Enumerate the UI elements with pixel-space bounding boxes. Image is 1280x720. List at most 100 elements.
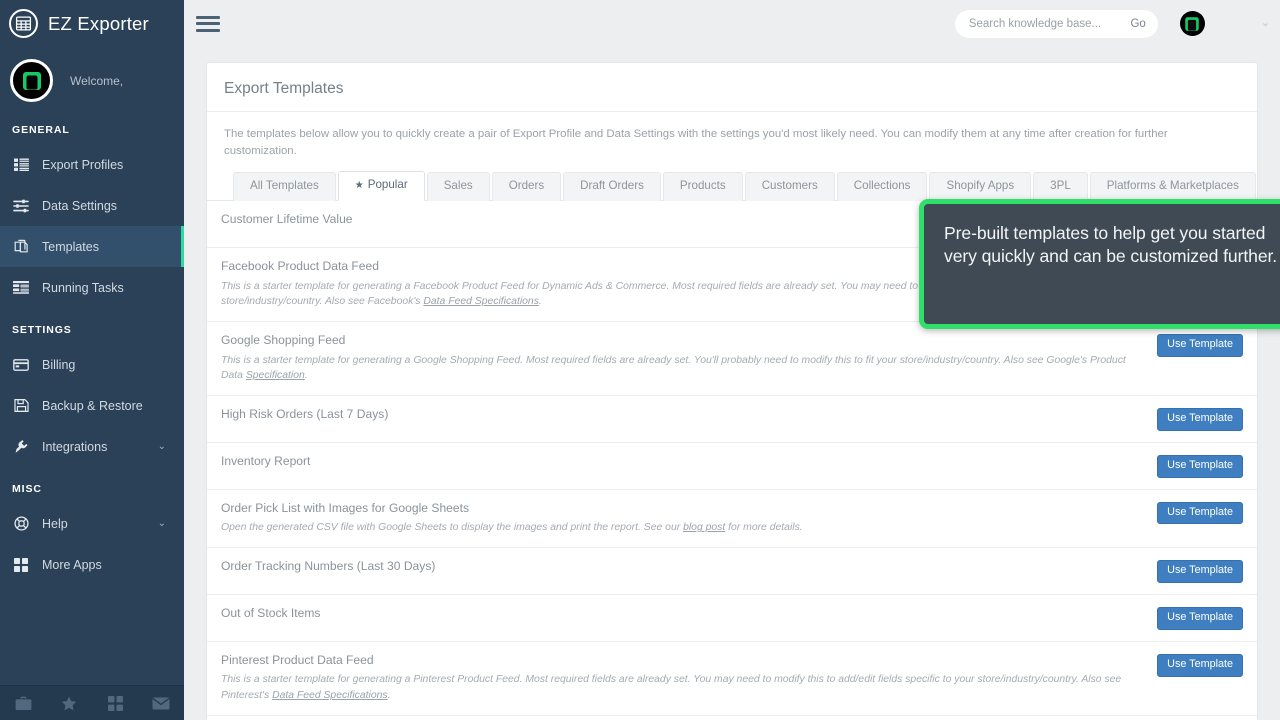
hamburger-bar: [196, 22, 220, 25]
chevron-down-icon[interactable]: ⌄: [158, 518, 166, 529]
sidebar-heading-settings: SETTINGS: [12, 324, 72, 336]
template-info: Google Shopping Feed This is a starter te…: [221, 333, 1157, 384]
template-title: Order Pick List with Images for Google S…: [221, 500, 470, 515]
tab-collections[interactable]: Collections: [836, 172, 928, 202]
template-description: This is a starter template for generatin…: [221, 354, 1126, 382]
hamburger-icon[interactable]: [196, 14, 220, 34]
tab-label: Popular: [367, 178, 408, 192]
use-template-button[interactable]: Use Template: [1157, 333, 1243, 357]
profile-block: Welcome,: [0, 47, 184, 116]
sidebar-item-label: Data Settings: [42, 198, 118, 213]
tab-label: Products: [679, 179, 726, 193]
template-row: Pinterest Product Data Feed This is a sta…: [207, 642, 1257, 716]
search-input[interactable]: [968, 17, 1125, 30]
sidebar: EZ Exporter Welcome, GENERAL Export Prof…: [0, 0, 184, 720]
tab-shopify-apps[interactable]: Shopify Apps: [929, 172, 1032, 202]
template-row: Product Cost, Price and MarginUse Templa…: [207, 716, 1257, 720]
tab-label: Collections: [853, 179, 911, 193]
tab-popular[interactable]: ★ Popular: [337, 171, 425, 202]
sliders-icon: [12, 197, 30, 215]
template-title: High Risk Orders (Last 7 Days): [221, 406, 389, 421]
sidebar-item-label: More Apps: [42, 557, 102, 572]
welcome-text: Welcome,: [70, 73, 124, 88]
user-avatar[interactable]: [1179, 11, 1205, 36]
sidebar-item-more-apps[interactable]: More Apps: [0, 544, 184, 585]
tab-customers[interactable]: Customers: [744, 172, 835, 202]
description-link[interactable]: Specification: [246, 370, 305, 381]
template-row: Google Shopping Feed This is a starter te…: [207, 322, 1257, 396]
search-box[interactable]: Go: [954, 9, 1158, 38]
star-icon[interactable]: [46, 696, 92, 711]
use-template-button[interactable]: Use Template: [1157, 407, 1243, 431]
template-row: Order Tracking Numbers (Last 30 Days) Use…: [207, 548, 1257, 595]
tab-platforms-marketplaces[interactable]: Platforms & Marketplaces: [1089, 172, 1256, 202]
sidebar-footer: [0, 685, 184, 720]
tab-3pl[interactable]: 3PL: [1033, 172, 1088, 202]
main-area: Go ⌄ Export Templates The templates belo…: [184, 0, 1280, 720]
life-ring-icon: [12, 515, 30, 533]
apps-grid-icon[interactable]: [92, 695, 138, 711]
sidebar-item-label: Backup & Restore: [42, 398, 143, 413]
template-title: Out of Stock Items: [221, 605, 321, 620]
topbar: Go ⌄: [184, 0, 1280, 47]
copy-pages-icon: [12, 238, 30, 256]
tab-all-templates[interactable]: All Templates: [233, 172, 336, 202]
tasks-list-icon: [12, 279, 30, 297]
tab-label: All Templates: [250, 179, 319, 193]
tab-sales[interactable]: Sales: [426, 172, 490, 202]
use-template-button[interactable]: Use Template: [1157, 501, 1243, 525]
tooltip-text: Pre-built templates to help get you star…: [944, 223, 1278, 267]
sidebar-item-help[interactable]: Help ⌄: [0, 503, 184, 544]
template-info: Pinterest Product Data Feed This is a sta…: [221, 653, 1157, 704]
grid-squares-icon: [12, 556, 30, 574]
tab-products[interactable]: Products: [662, 172, 743, 202]
topbar-right: Go ⌄: [954, 9, 1280, 38]
sidebar-item-label: Billing: [42, 357, 76, 372]
template-title: Inventory Report: [221, 453, 311, 468]
description-link[interactable]: Data Feed Specifications: [423, 296, 539, 307]
tab-label: 3PL: [1050, 179, 1071, 193]
chevron-down-icon[interactable]: ⌄: [158, 441, 166, 452]
template-row: Order Pick List with Images for Google S…: [207, 490, 1257, 548]
use-template-button[interactable]: Use Template: [1157, 454, 1243, 478]
sidebar-heading-misc: MISC: [12, 483, 42, 495]
export-templates-panel: Export Templates The templates below all…: [206, 62, 1258, 720]
tooltip-callout: Pre-built templates to help get you star…: [919, 199, 1280, 329]
tab-draft-orders[interactable]: Draft Orders: [563, 172, 661, 202]
use-template-button[interactable]: Use Template: [1157, 653, 1243, 677]
tab-label: Draft Orders: [580, 179, 644, 193]
category-tabs: All Templates ★ Popular Sales Orders Draft Or…: [207, 159, 1257, 202]
sidebar-sections: GENERAL Export Profiles Data Settings Te…: [0, 116, 184, 585]
sidebar-item-export-profiles[interactable]: Export Profiles: [0, 144, 184, 185]
tab-label: Platforms & Marketplaces: [1106, 179, 1239, 193]
sidebar-heading-general: GENERAL: [12, 124, 70, 136]
avatar[interactable]: [10, 59, 53, 102]
briefcase-icon[interactable]: [0, 696, 46, 711]
page-title: Export Templates: [224, 80, 344, 97]
floppy-disk-icon: [12, 397, 30, 415]
sidebar-item-backup-restore[interactable]: Backup & Restore: [0, 385, 184, 426]
sidebar-item-label: Templates: [42, 239, 99, 254]
sidebar-item-billing[interactable]: Billing: [0, 344, 184, 385]
sidebar-item-running-tasks[interactable]: Running Tasks: [0, 267, 184, 308]
sidebar-item-templates[interactable]: Templates: [0, 226, 184, 267]
tab-label: Sales: [443, 179, 473, 193]
search-go-button[interactable]: Go: [1124, 18, 1145, 30]
template-title: Order Tracking Numbers (Last 30 Days): [221, 558, 436, 573]
template-info: Order Pick List with Images for Google S…: [221, 501, 1157, 536]
template-row: Out of Stock Items Use Template: [207, 595, 1257, 642]
hamburger-bar: [196, 15, 220, 19]
sidebar-item-data-settings[interactable]: Data Settings: [0, 185, 184, 226]
description-link[interactable]: Data Feed Specifications: [272, 690, 388, 701]
tab-orders[interactable]: Orders: [491, 172, 562, 202]
star-icon: ★: [354, 180, 364, 192]
description-link[interactable]: blog post: [683, 522, 725, 533]
use-template-button[interactable]: Use Template: [1157, 559, 1243, 583]
envelope-icon[interactable]: [138, 697, 184, 710]
use-template-button[interactable]: Use Template: [1157, 606, 1243, 630]
brand-title: EZ Exporter: [48, 12, 149, 34]
account-menu-chevron-down-icon[interactable]: ⌄: [1261, 18, 1270, 29]
template-info: Inventory Report: [221, 454, 1157, 470]
sidebar-item-integrations[interactable]: Integrations ⌄: [0, 426, 184, 467]
list-icon: [12, 156, 30, 174]
